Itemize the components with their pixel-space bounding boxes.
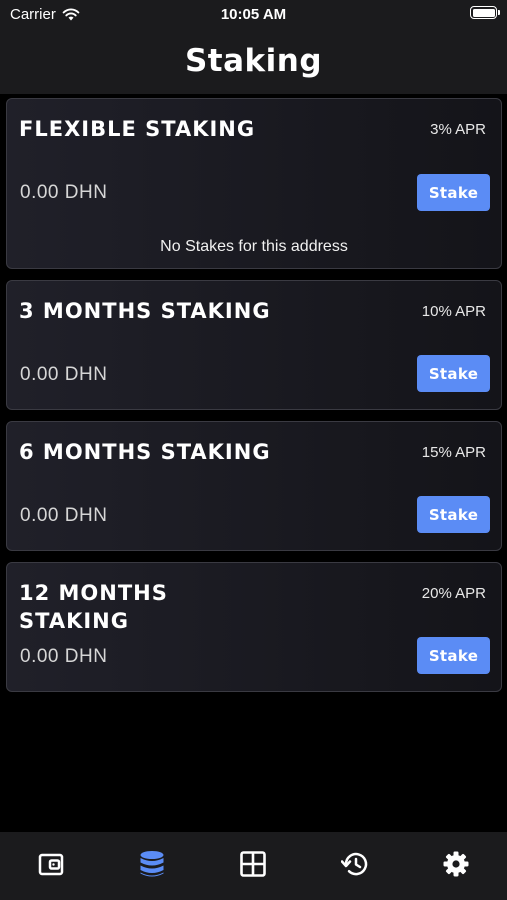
staking-card-3-months: 3 MONTHS STAKING 10% APR 0.00 DHN Stake [6, 280, 502, 410]
plan-title: 3 MONTHS STAKING [19, 299, 271, 323]
stake-button[interactable]: Stake [417, 496, 490, 533]
page-title: Staking [184, 43, 323, 79]
coins-stack-icon [140, 851, 164, 877]
wallet-icon [38, 853, 63, 876]
tab-staking[interactable] [122, 840, 182, 888]
clock: 10:05 AM [220, 6, 287, 23]
empty-stakes-message: No Stakes for this address [160, 238, 348, 255]
nav-bar: Staking [0, 28, 507, 94]
tab-wallet[interactable] [21, 840, 81, 888]
stake-button[interactable]: Stake [417, 174, 490, 211]
tab-apps[interactable] [223, 840, 283, 888]
plan-apr: 20% APR [421, 585, 486, 602]
plan-apr: 3% APR [430, 121, 486, 138]
plan-apr: 15% APR [421, 444, 486, 461]
plan-apr: 10% APR [421, 303, 486, 320]
plan-balance: 0.00 DHN [20, 182, 108, 203]
tab-history[interactable] [325, 840, 385, 888]
staking-card-6-months: 6 MONTHS STAKING 15% APR 0.00 DHN Stake [6, 421, 502, 551]
stake-button[interactable]: Stake [417, 637, 490, 674]
grid-icon [240, 851, 267, 877]
staking-card-12-months: 12 MONTHS STAKING 20% APR 0.00 DHN Stake [6, 562, 502, 692]
plan-title: 6 MONTHS STAKING [19, 440, 271, 464]
status-bar: Carrier 10:05 AM [0, 0, 507, 28]
gear-icon [443, 851, 469, 877]
stake-button[interactable]: Stake [417, 355, 490, 392]
tab-settings[interactable] [426, 840, 486, 888]
plan-title: FLEXIBLE STAKING [19, 117, 256, 141]
plan-balance: 0.00 DHN [20, 364, 108, 385]
history-icon [340, 852, 368, 876]
plan-balance: 0.00 DHN [20, 505, 108, 526]
plan-balance: 0.00 DHN [20, 646, 108, 667]
tab-bar [0, 832, 507, 900]
plan-title: 12 MONTHS STAKING [19, 581, 168, 633]
battery-icon [470, 6, 500, 19]
staking-plans-list: FLEXIBLE STAKING 3% APR 0.00 DHN Stake N… [6, 98, 502, 703]
staking-card-flexible: FLEXIBLE STAKING 3% APR 0.00 DHN Stake N… [6, 98, 502, 269]
